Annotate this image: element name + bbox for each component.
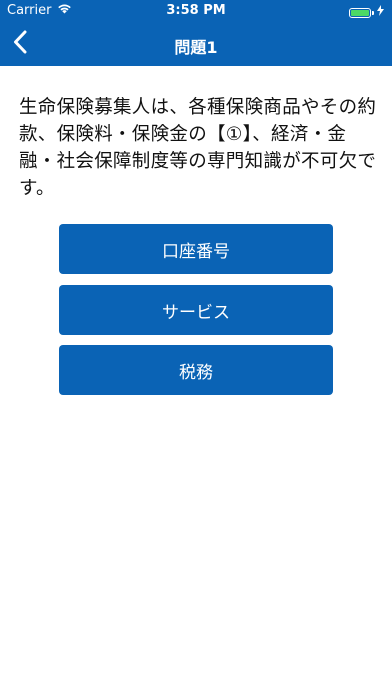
answer-button-1[interactable]: 口座番号 xyxy=(59,224,333,274)
answer-button-3[interactable]: 税務 xyxy=(59,345,333,395)
battery-full-icon xyxy=(349,7,371,18)
status-time: 3:58 PM xyxy=(166,3,226,18)
app-header: Carrier 3:58 PM 問題1 xyxy=(0,0,392,66)
navigation-bar: 問題1 xyxy=(0,22,392,66)
question-text: 生命保険募集人は、各種保険商品やその約款、保険料・保険金の【①】、経済・金融・社… xyxy=(19,97,377,199)
answer-button-2[interactable]: サービス xyxy=(59,285,333,335)
battery-indicator xyxy=(349,5,384,20)
page-title: 問題1 xyxy=(174,38,218,57)
status-bar: Carrier 3:58 PM xyxy=(0,0,392,22)
charging-bolt-icon xyxy=(377,5,384,20)
